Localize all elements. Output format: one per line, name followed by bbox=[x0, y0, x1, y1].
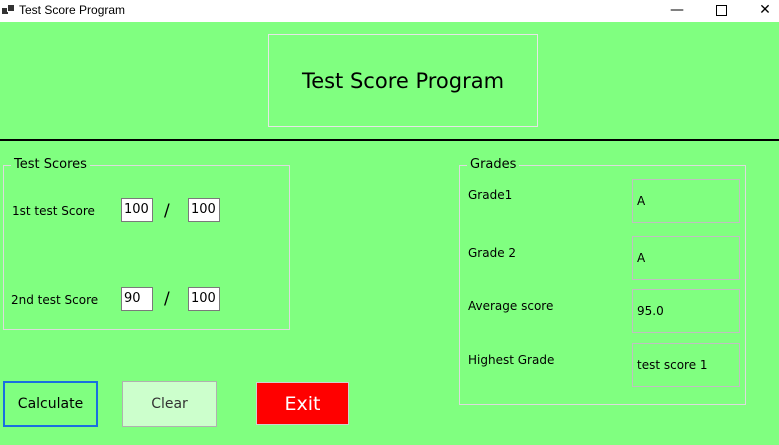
average-score-label: Average score bbox=[468, 299, 554, 313]
grade1-label: Grade1 bbox=[468, 188, 513, 202]
exit-button-label: Exit bbox=[284, 392, 321, 415]
calculate-button-label: Calculate bbox=[17, 396, 84, 412]
highest-grade-label: Highest Grade bbox=[468, 353, 555, 367]
grade2-label: Grade 2 bbox=[468, 246, 517, 260]
grade1-output: A bbox=[632, 179, 740, 223]
close-button[interactable]: ✕ bbox=[742, 0, 779, 22]
maximize-button[interactable] bbox=[698, 0, 744, 22]
exit-button[interactable]: Exit bbox=[256, 382, 349, 425]
test-scores-legend: Test Scores bbox=[11, 157, 90, 173]
calculate-button[interactable]: Calculate bbox=[3, 381, 98, 427]
highest-grade-output: test score 1 bbox=[632, 343, 740, 387]
maximize-icon bbox=[715, 5, 727, 16]
clear-button-label: Clear bbox=[151, 396, 188, 412]
test1-score-input[interactable]: 100 bbox=[121, 198, 153, 222]
close-icon: ✕ bbox=[759, 2, 771, 18]
test1-max-input[interactable]: 100 bbox=[188, 198, 220, 222]
clear-button[interactable]: Clear bbox=[122, 381, 217, 427]
test1-label: 1st test Score bbox=[12, 204, 95, 218]
header-title: Test Score Program bbox=[301, 68, 505, 93]
test2-slash: / bbox=[164, 289, 170, 309]
test2-max-input[interactable]: 100 bbox=[188, 287, 220, 311]
test1-slash: / bbox=[164, 201, 170, 221]
header-title-box: Test Score Program bbox=[268, 34, 538, 127]
minimize-button[interactable]: — bbox=[654, 0, 700, 22]
grades-legend: Grades bbox=[467, 157, 520, 173]
test2-score-input[interactable]: 90 bbox=[121, 287, 153, 311]
average-score-output: 95.0 bbox=[632, 289, 740, 333]
separator-line bbox=[0, 139, 779, 141]
minimize-icon: — bbox=[670, 2, 684, 18]
app-icon bbox=[2, 4, 15, 16]
test2-label: 2nd test Score bbox=[11, 293, 99, 307]
title-bar: Test Score Program — ✕ bbox=[0, 0, 779, 22]
grade2-output: A bbox=[632, 236, 740, 280]
window-title: Test Score Program bbox=[19, 3, 126, 17]
